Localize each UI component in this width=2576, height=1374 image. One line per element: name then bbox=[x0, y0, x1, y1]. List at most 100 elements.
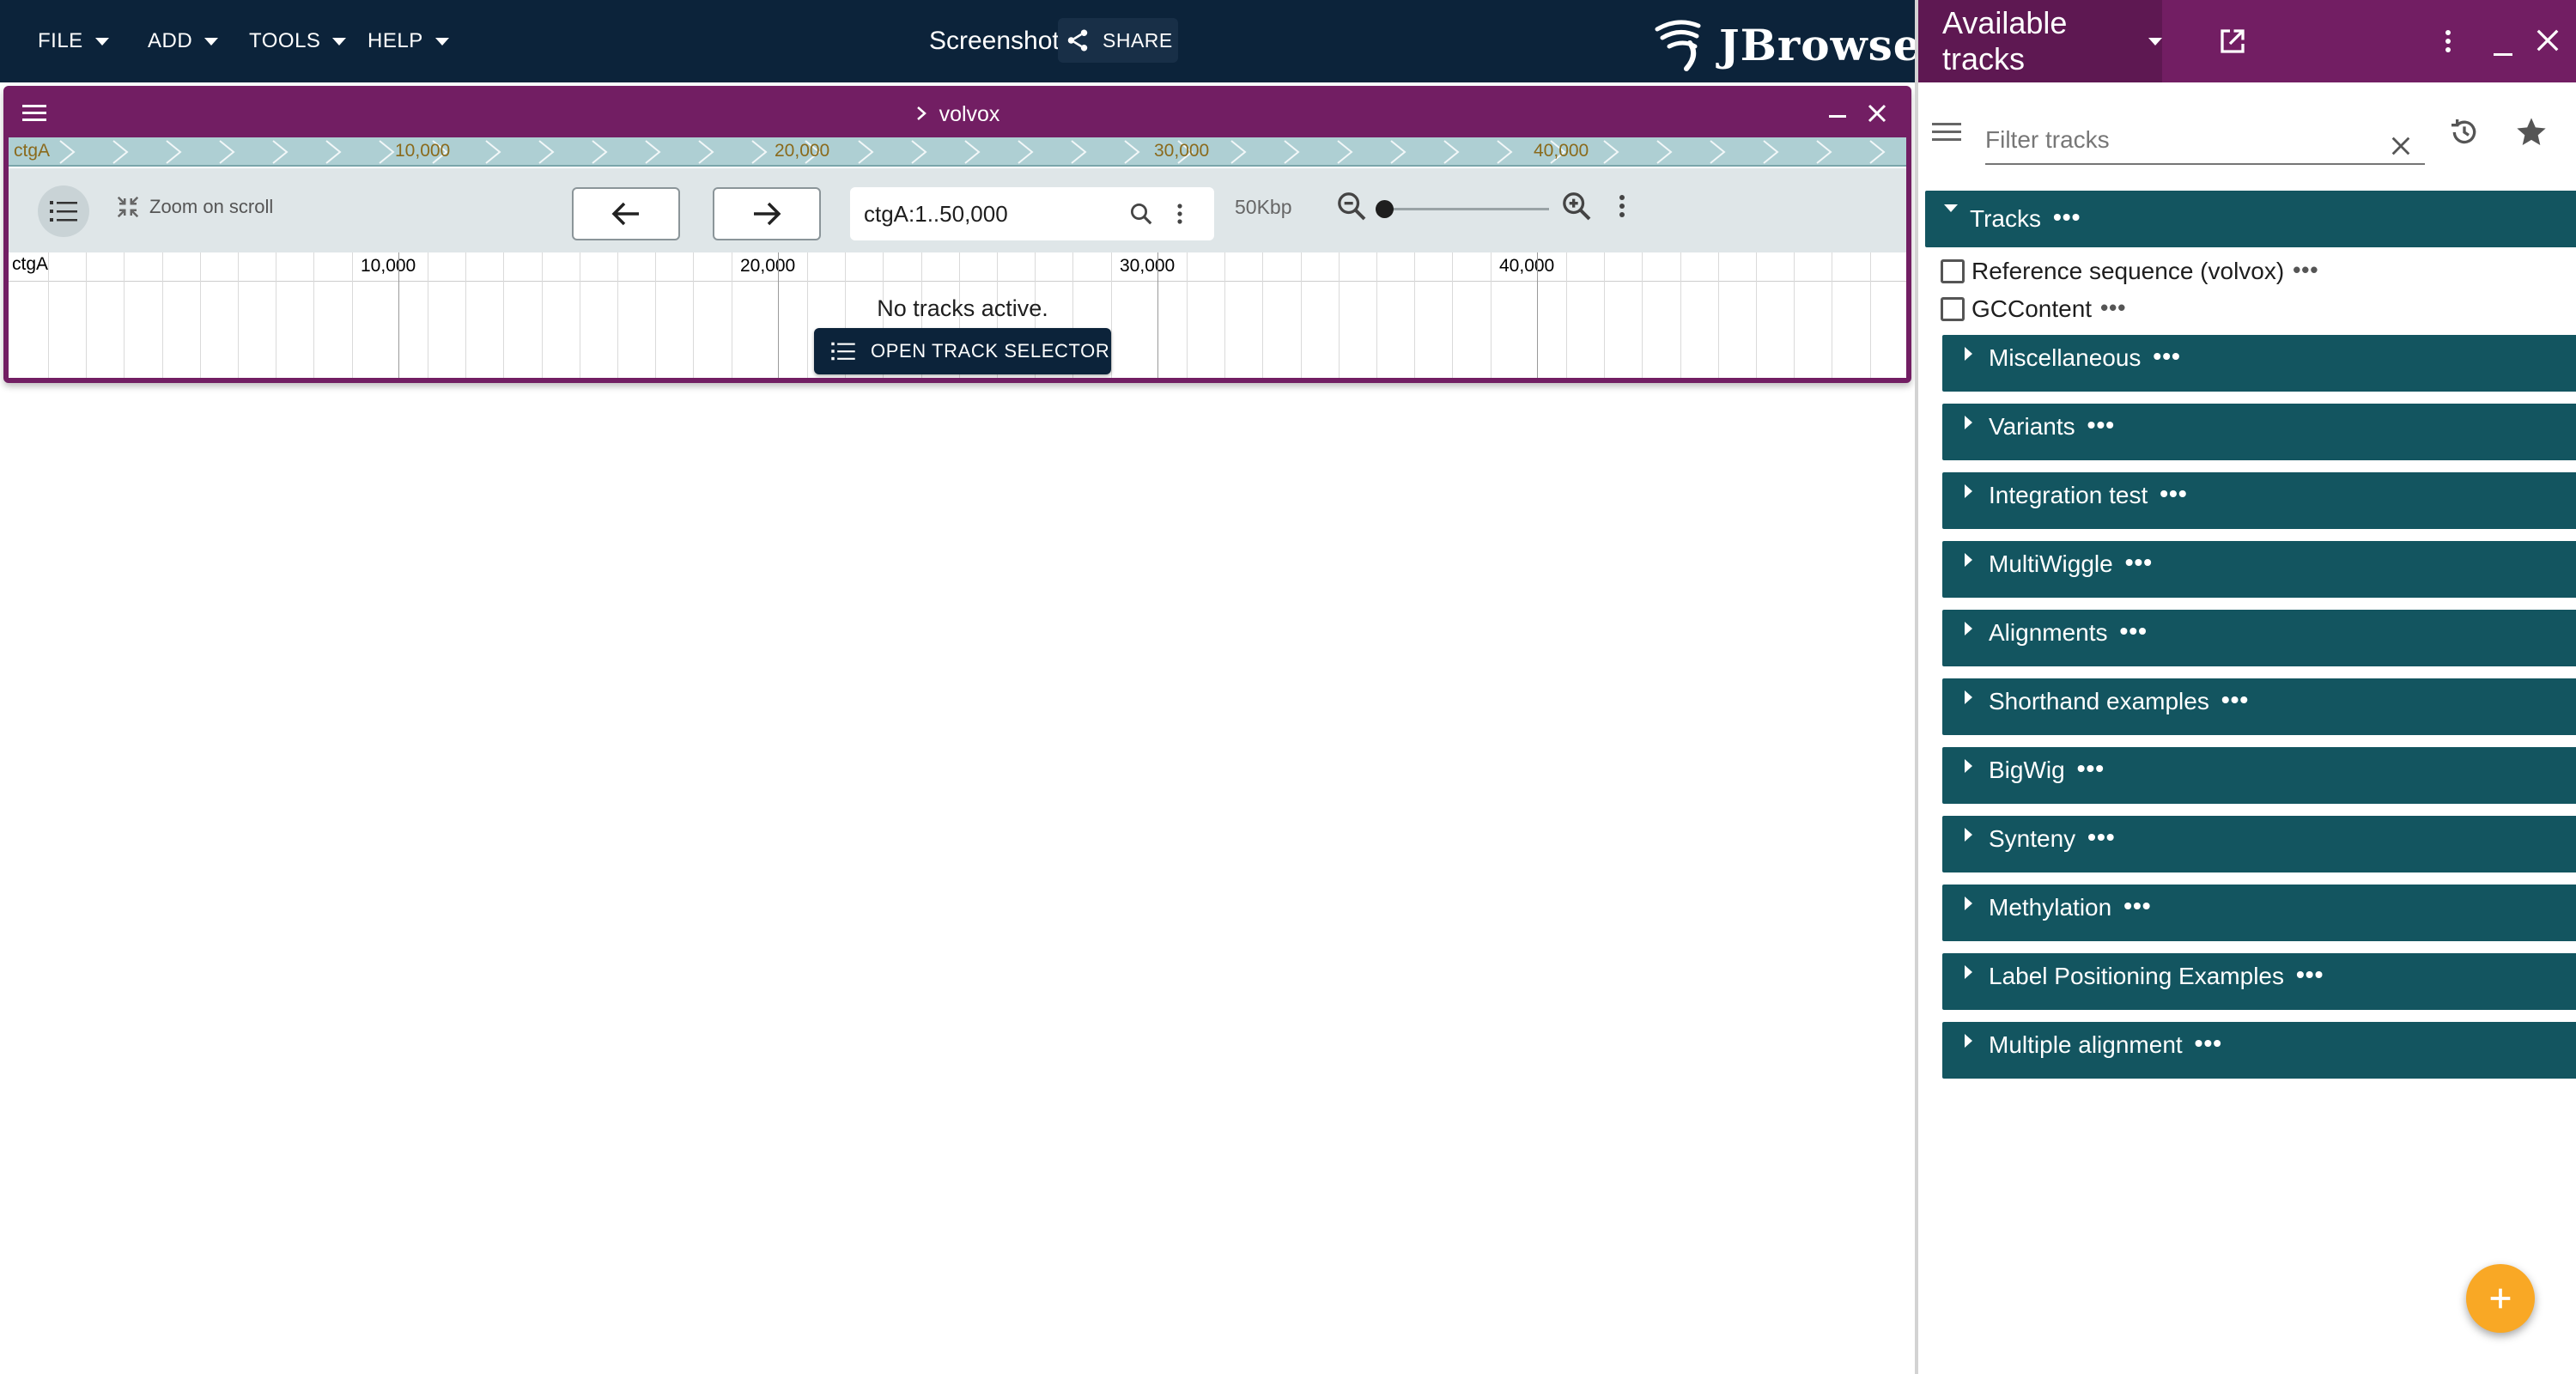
category-multiwiggle[interactable]: MultiWiggle ••• bbox=[1942, 541, 2576, 598]
linear-genome-view: volvox ctgA 10,000 20,000 30,000 40,000 bbox=[3, 86, 1911, 383]
filter-row bbox=[1918, 94, 2576, 172]
tools-menu-label: TOOLS bbox=[249, 29, 321, 52]
more-horiz-icon[interactable]: ••• bbox=[2123, 878, 2151, 934]
zoom-slider-thumb[interactable] bbox=[1375, 200, 1394, 218]
chevron-down-icon bbox=[2148, 37, 2162, 46]
app-bar: FILE ADD TOOLS HELP Screenshot SHARE JBr… bbox=[0, 0, 1921, 82]
overview-scalebar[interactable]: ctgA 10,000 20,000 30,000 40,000 bbox=[9, 137, 1906, 167]
more-horiz-icon[interactable]: ••• bbox=[2077, 740, 2105, 797]
drawer-more-vert-icon[interactable] bbox=[2442, 26, 2454, 61]
bp-per-view-label: 50Kbp bbox=[1235, 196, 1292, 218]
expand-more-icon bbox=[1965, 416, 1972, 429]
category-multiple-alignment[interactable]: Multiple alignment ••• bbox=[1942, 1022, 2576, 1079]
more-horiz-icon[interactable]: ••• bbox=[2100, 295, 2126, 321]
help-menu-label: HELP bbox=[368, 29, 423, 52]
no-tracks-message: No tracks active. bbox=[877, 295, 1048, 321]
more-horiz-icon[interactable]: ••• bbox=[2153, 328, 2180, 385]
more-horiz-icon[interactable]: ••• bbox=[2087, 397, 2115, 453]
logo-icon bbox=[1655, 20, 1701, 71]
category-tracks[interactable]: Tracks ••• bbox=[1925, 191, 2576, 247]
open-track-selector-button[interactable]: OPEN TRACK SELECTOR bbox=[814, 328, 1111, 374]
list-icon bbox=[831, 342, 855, 361]
expand-more-icon bbox=[1965, 484, 1972, 498]
track-label: Reference sequence (volvox) bbox=[1971, 258, 2285, 284]
category-bigwig[interactable]: BigWig ••• bbox=[1942, 747, 2576, 804]
add-menu-button[interactable]: ADD bbox=[148, 0, 219, 82]
track-item-reference-sequence[interactable]: Reference sequence (volvox) ••• bbox=[1941, 254, 2319, 289]
category-label: Variants bbox=[1989, 413, 2075, 440]
category-integration-test[interactable]: Integration test ••• bbox=[1942, 472, 2576, 529]
expand-more-icon bbox=[1965, 622, 1972, 635]
overview-tick: 10,000 bbox=[395, 141, 451, 161]
jbrowse-logo: JBrowse bbox=[1652, 17, 1922, 72]
category-synteny[interactable]: Synteny ••• bbox=[1942, 816, 2576, 872]
more-horiz-icon[interactable]: ••• bbox=[2293, 257, 2318, 283]
track-checkbox[interactable] bbox=[1941, 297, 1965, 321]
overview-tick: 30,000 bbox=[1154, 141, 1210, 161]
more-horiz-icon[interactable]: ••• bbox=[2120, 603, 2148, 660]
track-item-gccontent[interactable]: GCContent ••• bbox=[1941, 292, 2126, 326]
tools-menu-button[interactable]: TOOLS bbox=[249, 0, 347, 82]
help-menu-button[interactable]: HELP bbox=[368, 0, 449, 82]
zoom-on-scroll-toggle[interactable]: Zoom on scroll bbox=[115, 194, 273, 220]
open-track-selector-label: OPEN TRACK SELECTOR bbox=[871, 340, 1110, 362]
view-header: volvox bbox=[9, 91, 1906, 137]
zoom-out-icon[interactable] bbox=[1334, 189, 1369, 228]
category-label-positioning-examples[interactable]: Label Positioning Examples ••• bbox=[1942, 953, 2576, 1010]
pan-left-button[interactable] bbox=[572, 187, 680, 240]
arrow-left-icon bbox=[611, 202, 639, 226]
category-shorthand-examples[interactable]: Shorthand examples ••• bbox=[1942, 678, 2576, 735]
zoom-slider[interactable] bbox=[1375, 200, 1549, 218]
more-horiz-icon[interactable]: ••• bbox=[2087, 809, 2115, 866]
session-name[interactable]: Screenshot bbox=[929, 0, 1060, 82]
close-drawer-icon[interactable] bbox=[2535, 27, 2561, 58]
expand-more-icon bbox=[1965, 347, 1972, 361]
search-icon[interactable] bbox=[1128, 201, 1154, 231]
history-icon[interactable] bbox=[2447, 115, 2482, 154]
filter-tracks-input[interactable] bbox=[1985, 117, 2425, 165]
arrow-right-icon bbox=[754, 202, 781, 226]
chevron-down-icon bbox=[204, 37, 219, 46]
track-selector-button[interactable] bbox=[38, 185, 89, 237]
overview-tick: 40,000 bbox=[1534, 141, 1589, 161]
more-horiz-icon[interactable]: ••• bbox=[2053, 189, 2081, 246]
pan-right-button[interactable] bbox=[713, 187, 821, 240]
view-controls: Zoom on scroll 50Kbp bbox=[9, 168, 1906, 252]
category-variants[interactable]: Variants ••• bbox=[1942, 404, 2576, 460]
category-label: MultiWiggle bbox=[1989, 550, 2113, 577]
category-methylation[interactable]: Methylation ••• bbox=[1942, 885, 2576, 941]
view-title[interactable]: volvox bbox=[9, 91, 1906, 137]
list-icon bbox=[50, 201, 77, 222]
star-icon[interactable] bbox=[2514, 115, 2549, 154]
category-alignments[interactable]: Alignments ••• bbox=[1942, 610, 2576, 666]
more-horiz-icon[interactable]: ••• bbox=[2125, 534, 2153, 591]
assembly-name: volvox bbox=[939, 102, 1000, 126]
expand-more-icon bbox=[1965, 965, 1972, 979]
category-label: Integration test bbox=[1989, 482, 2148, 508]
chevron-right-icon bbox=[915, 91, 927, 137]
minimize-view-icon[interactable] bbox=[1829, 115, 1846, 118]
more-horiz-icon[interactable]: ••• bbox=[2160, 465, 2187, 522]
view-more-vert-icon[interactable] bbox=[1616, 189, 1628, 228]
open-in-new-icon[interactable] bbox=[2217, 26, 2248, 61]
track-selector-menu-icon[interactable] bbox=[1932, 120, 1961, 149]
clear-filter-icon[interactable] bbox=[2389, 134, 2413, 162]
drawer-widget-select[interactable]: Available tracks bbox=[1918, 0, 2162, 82]
share-button[interactable]: SHARE bbox=[1058, 18, 1178, 63]
track-checkbox[interactable] bbox=[1941, 259, 1965, 283]
file-menu-label: FILE bbox=[38, 29, 83, 52]
category-label: Synteny bbox=[1989, 825, 2076, 852]
file-menu-button[interactable]: FILE bbox=[38, 0, 109, 82]
more-horiz-icon[interactable]: ••• bbox=[2221, 672, 2249, 728]
close-view-icon[interactable] bbox=[1867, 103, 1887, 128]
zoom-in-icon[interactable] bbox=[1559, 189, 1594, 228]
more-horiz-icon[interactable]: ••• bbox=[2195, 1015, 2222, 1072]
more-horiz-icon[interactable]: ••• bbox=[2296, 946, 2324, 1003]
more-vert-icon[interactable] bbox=[1175, 201, 1185, 231]
location-input[interactable] bbox=[864, 187, 1121, 240]
add-track-fab[interactable] bbox=[2466, 1264, 2535, 1333]
minimize-drawer-icon[interactable] bbox=[2494, 53, 2512, 56]
category-miscellaneous[interactable]: Miscellaneous ••• bbox=[1942, 335, 2576, 392]
category-label: Alignments bbox=[1989, 619, 2108, 646]
ruler[interactable]: ctgA 10,000 20,000 30,000 40,000 bbox=[9, 252, 1906, 282]
